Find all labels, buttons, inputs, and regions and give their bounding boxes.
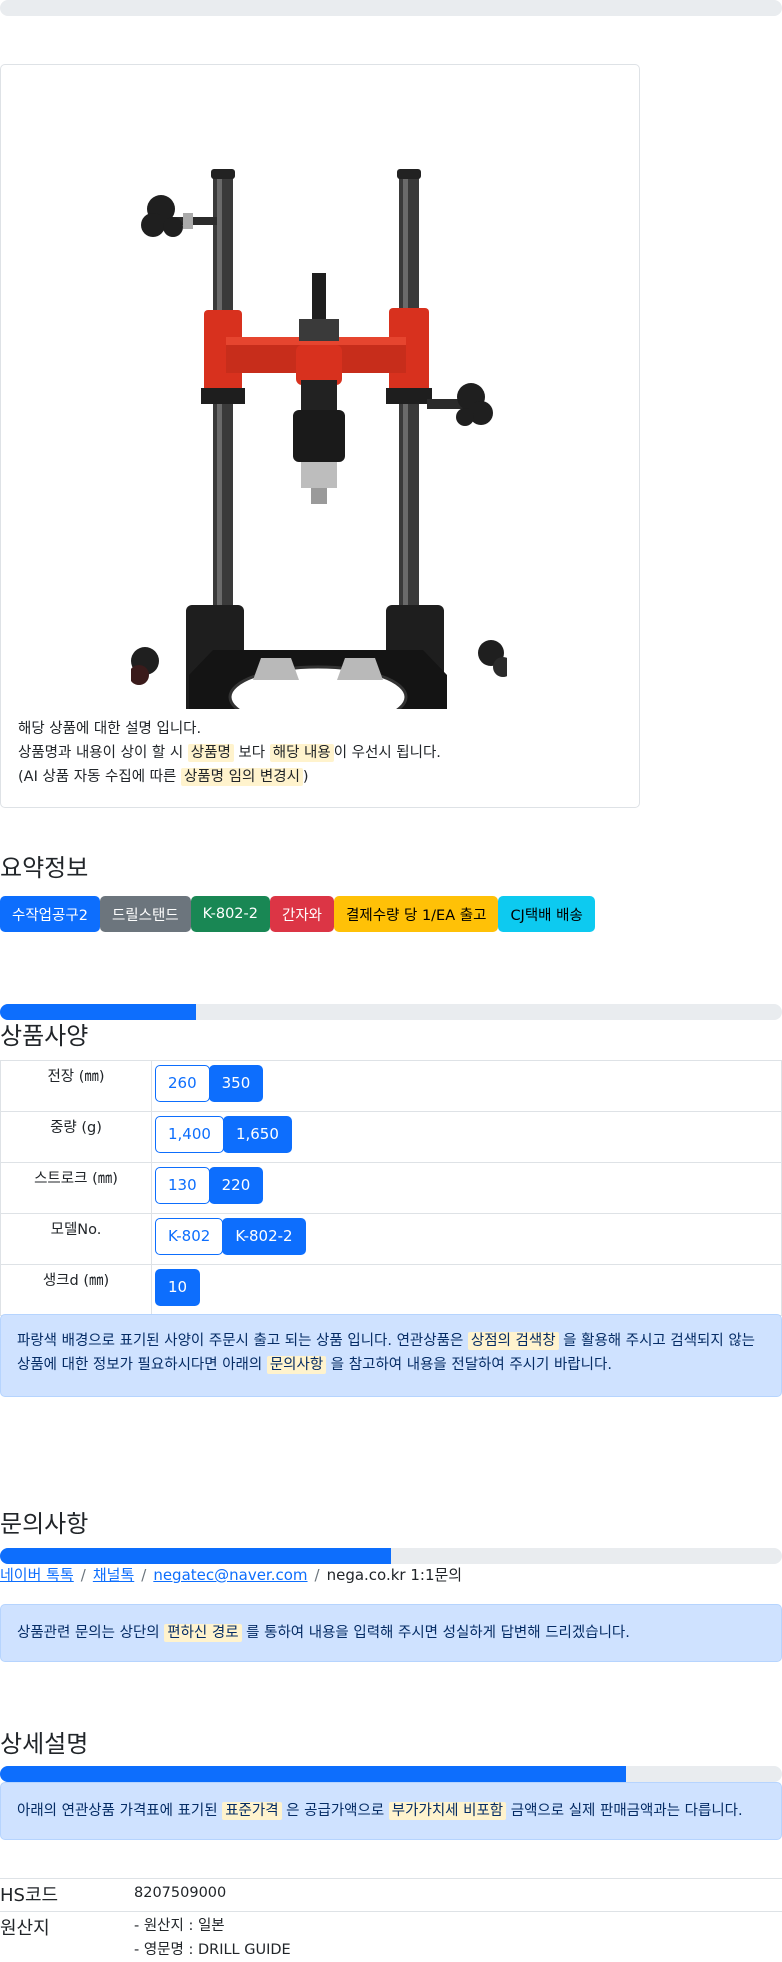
top-progress-bar	[0, 0, 782, 16]
highlight-search: 상점의 검색창	[467, 1332, 559, 1350]
desc-line-2: 상품명과 내용이 상이 할 시 상품명 보다 해당 내용 이 우선시 됩니다.	[18, 744, 441, 762]
spec-row: 중량 (g) 1,400 1,650	[0, 1111, 782, 1163]
product-description: 해당 상품에 대한 설명 입니다. 상품명과 내용이 상이 할 시 상품명 보다…	[18, 717, 618, 789]
specs-title: 상품사양	[0, 1022, 89, 1050]
spec-options: 10	[151, 1264, 782, 1316]
separator: /	[141, 1566, 147, 1584]
spec-row: 모델No. K-802 K-802-2	[0, 1213, 782, 1265]
highlight-inquiry: 문의사항	[266, 1356, 327, 1374]
spec-option-selected[interactable]: 10	[155, 1269, 201, 1306]
spec-row: 스트로크 (㎜) 130 220	[0, 1162, 782, 1214]
spec-option-selected[interactable]: 220	[208, 1167, 264, 1204]
inquiry-title: 문의사항	[0, 1510, 89, 1538]
spec-table: 전장 (㎜) 260 350 중량 (g) 1,400 1,650 스트로크 (㎜) 130 2…	[0, 1060, 782, 1316]
highlight-product-name: 상품명	[187, 744, 234, 762]
desc-line-3: (AI 상품 자동 수집에 따른 상품명 임의 변경시)	[18, 768, 309, 786]
highlight-name-change: 상품명 임의 변경시	[180, 768, 303, 786]
desc-line-1: 해당 상품에 대한 설명 입니다.	[18, 721, 202, 737]
spec-row: 생크d (㎜) 10	[0, 1264, 782, 1316]
hs-code-label: HS코드	[0, 1885, 59, 1906]
spec-label: 스트로크 (㎜)	[0, 1162, 152, 1214]
spec-label: 중량 (g)	[0, 1111, 152, 1163]
inquiry-links: 네이버 톡톡 / 채널톡 / negatec@naver.com / nega.co.kr …	[0, 1564, 462, 1585]
summary-badge: 간자와	[270, 896, 335, 932]
detail-progress	[0, 1766, 782, 1782]
detail-info-table: HS코드 8207509000 원산지 - 원산지 : 일본 - 영문명 : D…	[0, 1878, 782, 1962]
highlight-route: 편하신 경로	[164, 1624, 242, 1642]
inquiry-notice: 상품관련 문의는 상단의 편하신 경로 를 통하여 내용을 입력해 주시면 성실…	[0, 1604, 782, 1662]
spec-table-body: 전장 (㎜) 260 350 중량 (g) 1,400 1,650 스트로크 (㎜) 130 2…	[0, 1060, 782, 1316]
spec-row: 전장 (㎜) 260 350	[0, 1060, 782, 1112]
detail-notice: 아래의 연관상품 가격표에 표기된 표준가격 은 공급가액으로 부가가치세 비포…	[0, 1782, 782, 1840]
highlight-vat: 부가가치세 비포함	[388, 1802, 507, 1820]
summary-badge: CJ택배 배송	[498, 896, 595, 932]
site-inquiry-text: nega.co.kr 1:1문의	[326, 1566, 463, 1584]
email-link[interactable]: negatec@naver.com	[153, 1566, 307, 1584]
specs-progress	[0, 1004, 782, 1020]
spec-label: 전장 (㎜)	[0, 1060, 152, 1112]
spec-label: 생크d (㎜)	[0, 1264, 152, 1316]
hs-code-value: 8207509000	[134, 1885, 227, 1901]
inquiry-progress	[0, 1548, 782, 1564]
spec-option[interactable]: 260	[155, 1065, 210, 1102]
highlight-standard-price: 표준가격	[222, 1802, 282, 1820]
naver-talktalk-link[interactable]: 네이버 톡톡	[0, 1566, 74, 1584]
inquiry-progress-fill	[0, 1548, 391, 1564]
hs-code-row: HS코드 8207509000	[0, 1879, 782, 1912]
summary-badge: 드릴스탠드	[99, 896, 191, 932]
summary-title: 요약정보	[0, 854, 89, 882]
channel-talk-link[interactable]: 채널톡	[93, 1566, 134, 1584]
spec-option-selected[interactable]: 1,650	[222, 1116, 292, 1153]
summary-badge: K-802-2	[190, 896, 270, 932]
spec-options: 260 350	[151, 1060, 782, 1112]
summary-badge: 수작업공구2	[0, 896, 100, 932]
summary-badges: 수작업공구2 드릴스탠드 K-802-2 간자와 결제수량 당 1/EA 출고 CJ택배 …	[0, 896, 595, 932]
origin-row: 원산지 - 원산지 : 일본 - 영문명 : DRILL GUIDE	[0, 1912, 782, 1962]
summary-badge: 결제수량 당 1/EA 출고	[334, 896, 499, 932]
highlight-content: 해당 내용	[269, 744, 334, 762]
spec-option[interactable]: K-802	[155, 1218, 224, 1255]
product-card: 해당 상품에 대한 설명 입니다. 상품명과 내용이 상이 할 시 상품명 보다…	[0, 64, 640, 808]
spec-options: 1,400 1,650	[151, 1111, 782, 1163]
origin-label: 원산지	[0, 1918, 50, 1939]
spec-notice: 파랑색 배경으로 표기된 사양이 주문시 출고 되는 상품 입니다. 연관상품은…	[0, 1314, 782, 1397]
spec-option[interactable]: 1,400	[155, 1116, 224, 1153]
origin-value: - 원산지 : 일본 - 영문명 : DRILL GUIDE	[134, 1912, 291, 1962]
spec-label: 모델No.	[0, 1213, 152, 1265]
detail-title: 상세설명	[0, 1730, 89, 1758]
origin-english-name: - 영문명 : DRILL GUIDE	[134, 1942, 291, 1958]
detail-progress-fill	[0, 1766, 626, 1782]
spec-option-selected[interactable]: 350	[208, 1065, 264, 1102]
separator: /	[80, 1566, 86, 1584]
spec-options: 130 220	[151, 1162, 782, 1214]
spec-option[interactable]: 130	[155, 1167, 210, 1204]
drill-stand-image	[131, 169, 507, 709]
spec-options: K-802 K-802-2	[151, 1213, 782, 1265]
separator: /	[314, 1566, 320, 1584]
origin-country: - 원산지 : 일본	[134, 1918, 225, 1934]
spec-option-selected[interactable]: K-802-2	[222, 1218, 306, 1255]
